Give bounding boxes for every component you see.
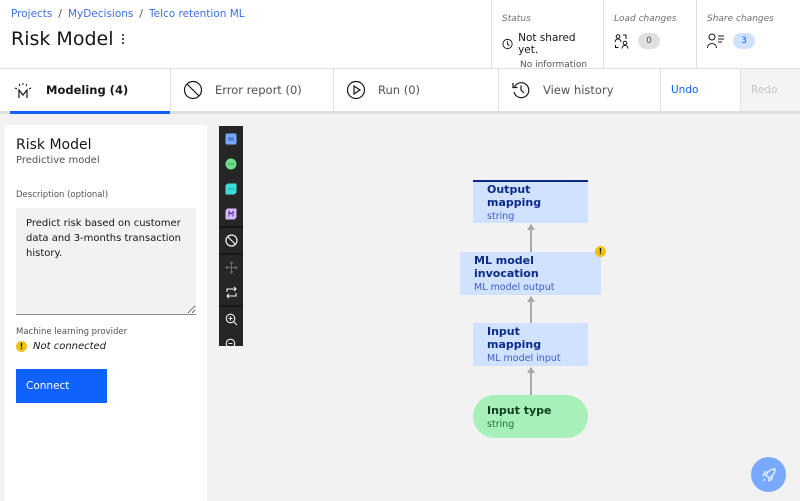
undo-button[interactable]: Undo [661, 69, 741, 111]
edge-ml-to-output [527, 224, 535, 252]
breadcrumb-separator: / [139, 8, 143, 20]
swap-direction-icon[interactable] [219, 280, 243, 305]
breadcrumb-mydecisions[interactable]: MyDecisions [68, 8, 133, 20]
tab-run-label: Run (0) [378, 83, 420, 97]
breadcrumb-separator: / [58, 8, 62, 20]
tab-error-report-label: Error report (0) [215, 83, 302, 97]
node-title: ML model invocation [474, 254, 539, 280]
redo-button[interactable]: Redo [741, 69, 800, 111]
diagram-canvas[interactable]: Output mapping string ML model invocatio… [243, 117, 800, 501]
edge-type-to-input [527, 367, 535, 395]
overflow-menu-icon[interactable] [118, 32, 128, 46]
load-changes-section[interactable]: Load changes 0 [603, 0, 696, 68]
node-output-mapping[interactable]: Output mapping string [473, 180, 588, 223]
move-icon[interactable] [219, 255, 243, 280]
share-changes-label: Share changes [707, 14, 774, 24]
node-subtitle: string [487, 211, 515, 222]
tab-run[interactable]: Run (0) [334, 69, 499, 111]
description-input[interactable] [16, 208, 196, 315]
node-ml-model-invocation[interactable]: ML model invocation ML model output [460, 252, 601, 295]
add-decision-node-icon[interactable] [219, 126, 243, 151]
status-section: Status Not shared yet. No information [491, 0, 603, 70]
node-warning-icon: ! [595, 246, 606, 257]
load-changes-icon [614, 34, 629, 49]
add-knowledge-node-icon[interactable] [219, 176, 243, 201]
model-type: Predictive model [16, 155, 100, 166]
node-title: Input mapping [487, 325, 542, 351]
tab-bar: Modeling (4) Error report (0) Run (0) Vi… [0, 69, 800, 114]
node-title: Output mapping [487, 183, 542, 209]
tab-error-report[interactable]: Error report (0) [171, 69, 334, 111]
node-title: Input type [487, 403, 552, 417]
rocket-icon [761, 467, 776, 482]
zoom-out-icon[interactable] [219, 332, 243, 357]
share-changes-count: 3 [733, 33, 755, 49]
error-report-icon [183, 80, 203, 100]
tab-view-history[interactable]: View history [499, 69, 661, 111]
share-changes-section[interactable]: Share changes 3 [696, 0, 800, 68]
status-value: Not shared yet. [518, 32, 576, 56]
share-changes-icon [707, 33, 724, 49]
add-function-node-icon[interactable] [219, 201, 243, 226]
add-input-node-icon[interactable] [219, 151, 243, 176]
node-subtitle: ML model input [487, 353, 561, 364]
ml-provider-label: Machine learning provider [16, 327, 128, 337]
load-changes-count: 0 [638, 33, 660, 49]
warning-icon: ! [16, 341, 27, 352]
node-subtitle: ML model output [474, 282, 555, 293]
status-label: Status [502, 14, 531, 24]
description-label: Description (optional) [16, 190, 109, 200]
breadcrumb-telco-retention[interactable]: Telco retention ML [149, 8, 245, 20]
modeling-logo-icon [14, 83, 32, 98]
ml-provider-status: Not connected [33, 341, 107, 352]
breadcrumb: Projects / MyDecisions / Telco retention… [11, 8, 245, 20]
deploy-button[interactable] [751, 457, 786, 492]
node-input-mapping[interactable]: Input mapping ML model input [473, 323, 588, 366]
model-name: Risk Model [16, 137, 92, 153]
connect-button[interactable]: Connect [16, 369, 107, 403]
history-icon [512, 82, 530, 99]
tab-modeling[interactable]: Modeling (4) [0, 69, 171, 114]
clock-icon [502, 38, 513, 50]
load-changes-label: Load changes [614, 14, 677, 24]
run-icon [346, 80, 366, 100]
edge-input-to-ml [527, 296, 535, 323]
page-title: Risk Model [11, 28, 114, 50]
zoom-in-icon[interactable] [219, 307, 243, 332]
diagram-toolbar [219, 126, 243, 351]
node-input-type[interactable]: Input type string [473, 395, 588, 438]
breadcrumb-projects[interactable]: Projects [11, 8, 52, 20]
tab-modeling-label: Modeling (4) [46, 83, 129, 97]
node-subtitle: string [487, 418, 515, 430]
properties-panel: Risk Model Predictive model Description … [5, 125, 207, 501]
delete-icon[interactable] [219, 228, 243, 253]
header: Projects / MyDecisions / Telco retention… [0, 0, 800, 70]
tab-view-history-label: View history [543, 83, 614, 97]
